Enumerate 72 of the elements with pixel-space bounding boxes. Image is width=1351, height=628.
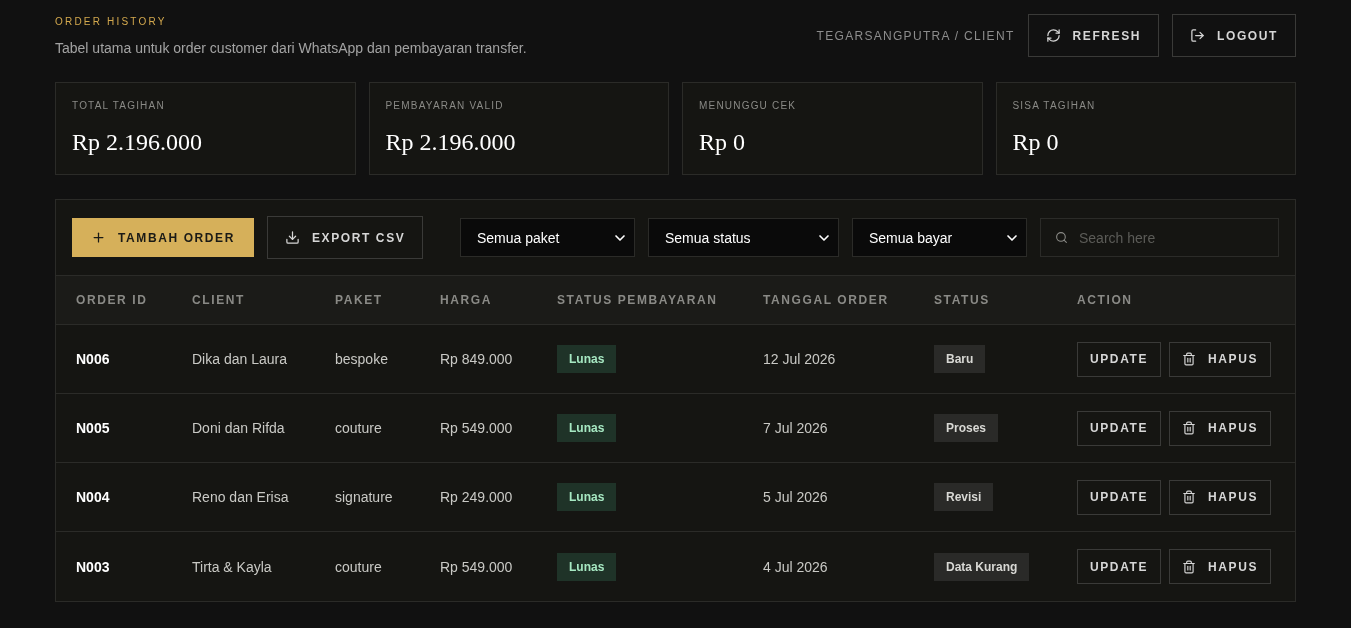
delete-button[interactable]: HAPUS (1169, 341, 1272, 377)
order-status-badge: Revisi (934, 483, 994, 511)
client-name: Doni dan Rifda (192, 419, 285, 437)
order-id: N003 (76, 557, 110, 576)
column-header: PAKET (335, 293, 383, 307)
order-date: 5 Jul 2026 (763, 488, 828, 506)
search-icon (1055, 231, 1068, 244)
update-button[interactable]: UPDATE (1077, 341, 1162, 377)
stat-value: Rp 2.196.000 (385, 128, 516, 156)
page-eyebrow-title: ORDER HISTORY (55, 15, 167, 29)
update-button[interactable]: UPDATE (1077, 549, 1162, 584)
page-subtitle: Tabel utama untuk order customer dari WhatsApp dan pembayaran transfer. (55, 39, 527, 57)
price: Rp 549.000 (440, 419, 513, 437)
stat-value: Rp 0 (1012, 128, 1059, 156)
add-order-button[interactable]: TAMBAH ORDER (72, 218, 254, 257)
user-role-label: TEGARSANGPUTRA / CLIENT (816, 28, 1015, 43)
filter-dropdown[interactable]: Semua bayar (852, 218, 1027, 257)
delete-button[interactable]: HAPUS (1169, 479, 1272, 515)
order-id: N004 (76, 488, 110, 506)
stat-value: Rp 0 (699, 128, 745, 156)
column-header: CLIENT (192, 293, 245, 307)
price: Rp 549.000 (440, 557, 513, 576)
order-id: N005 (76, 419, 110, 437)
order-status-badge: Data Kurang (934, 552, 1030, 581)
refresh-icon (1045, 28, 1061, 43)
payment-status-badge: Lunas (557, 345, 617, 373)
stat-label: MENUNGGU CEK (699, 100, 797, 112)
price: Rp 249.000 (440, 488, 513, 506)
payment-status-badge: Lunas (557, 414, 617, 442)
order-status-badge: Baru (934, 345, 986, 373)
update-button[interactable]: UPDATE (1077, 479, 1162, 515)
refresh-button[interactable]: REFRESH (1027, 14, 1160, 57)
stat-label: PEMBAYARAN VALID (385, 100, 504, 112)
column-header: HARGA (440, 293, 492, 307)
trash-icon (1182, 490, 1197, 504)
client-name: Tirta & Kayla (192, 557, 272, 576)
stat-label: SISA TAGIHAN (1012, 100, 1096, 112)
client-name: Reno dan Erisa (192, 488, 289, 506)
column-header: ORDER ID (76, 293, 148, 307)
filter-dropdown[interactable]: Semua paket (460, 218, 635, 257)
logout-button[interactable]: LOGOUT (1172, 14, 1296, 57)
price: Rp 849.000 (440, 350, 513, 368)
stat-value: Rp 2.196.000 (72, 128, 202, 156)
update-button[interactable]: UPDATE (1077, 410, 1162, 446)
column-header: TANGGAL ORDER (763, 293, 889, 307)
client-name: Dika dan Laura (192, 350, 287, 368)
delete-button[interactable]: HAPUS (1169, 410, 1272, 446)
delete-button[interactable]: HAPUS (1169, 549, 1272, 584)
package-name: couture (335, 419, 382, 437)
column-header: STATUS (934, 293, 990, 307)
search-field[interactable]: Search here (1040, 218, 1279, 257)
order-date: 4 Jul 2026 (763, 557, 828, 576)
stat-label: TOTAL TAGIHAN (72, 100, 165, 112)
order-date: 12 Jul 2026 (763, 350, 836, 368)
order-status-badge: Proses (934, 414, 999, 442)
trash-icon (1182, 421, 1197, 435)
export-csv-button[interactable]: EXPORT CSV (267, 216, 424, 259)
order-id: N006 (76, 350, 110, 368)
trash-icon (1182, 352, 1197, 366)
order-date: 7 Jul 2026 (763, 419, 828, 437)
payment-status-badge: Lunas (557, 552, 617, 581)
package-name: signature (335, 488, 393, 506)
trash-icon (1182, 559, 1197, 574)
package-name: couture (335, 557, 382, 576)
column-header: STATUS PEMBAYARAN (557, 293, 718, 307)
filter-dropdown[interactable]: Semua status (648, 218, 839, 257)
logout-icon (1190, 28, 1206, 43)
package-name: bespoke (335, 350, 388, 368)
plus-icon (91, 230, 106, 245)
payment-status-badge: Lunas (557, 483, 617, 511)
column-header: ACTION (1077, 293, 1133, 307)
download-icon (285, 230, 300, 245)
